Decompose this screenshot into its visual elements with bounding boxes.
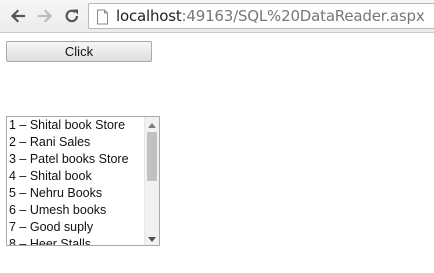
reload-icon [63, 7, 81, 25]
list-item[interactable]: 8 – Heer Stalls [9, 236, 145, 245]
listbox-scrollbar[interactable] [144, 117, 159, 245]
scroll-down-arrow-icon [148, 229, 156, 245]
scroll-down-button[interactable] [145, 231, 159, 245]
arrow-left-icon [9, 7, 27, 25]
arrow-right-icon [36, 7, 54, 25]
page-icon [96, 9, 109, 30]
scroll-thumb[interactable] [147, 132, 157, 181]
reload-button[interactable] [62, 5, 82, 27]
url-text[interactable]: localhost:49163/SQL%20DataReader.aspx [116, 7, 425, 25]
list-item[interactable]: 2 – Rani Sales [9, 134, 145, 151]
list-item[interactable]: 6 – Umesh books [9, 202, 145, 219]
scroll-up-arrow-icon [148, 117, 156, 133]
forward-button[interactable] [35, 5, 55, 27]
list-item[interactable]: 4 – Shital book [9, 168, 145, 185]
url-host: localhost [116, 7, 182, 25]
listbox-items: 1 – Shital book Store 2 – Rani Sales 3 – P… [9, 117, 145, 245]
click-button[interactable]: Click [6, 41, 152, 62]
list-item[interactable]: 7 – Good suply [9, 219, 145, 236]
url-path: :49163/SQL%20DataReader.aspx [181, 7, 425, 25]
address-bar[interactable]: localhost:49163/SQL%20DataReader.aspx [88, 3, 434, 29]
list-item[interactable]: 1 – Shital book Store [9, 117, 145, 134]
list-item[interactable]: 3 – Patel books Store [9, 151, 145, 168]
back-button[interactable] [8, 5, 28, 27]
browser-toolbar: localhost:49163/SQL%20DataReader.aspx [0, 0, 434, 33]
list-item[interactable]: 5 – Nehru Books [9, 185, 145, 202]
scroll-up-button[interactable] [145, 117, 159, 131]
listbox[interactable]: 1 – Shital book Store 2 – Rani Sales 3 – P… [6, 116, 160, 246]
